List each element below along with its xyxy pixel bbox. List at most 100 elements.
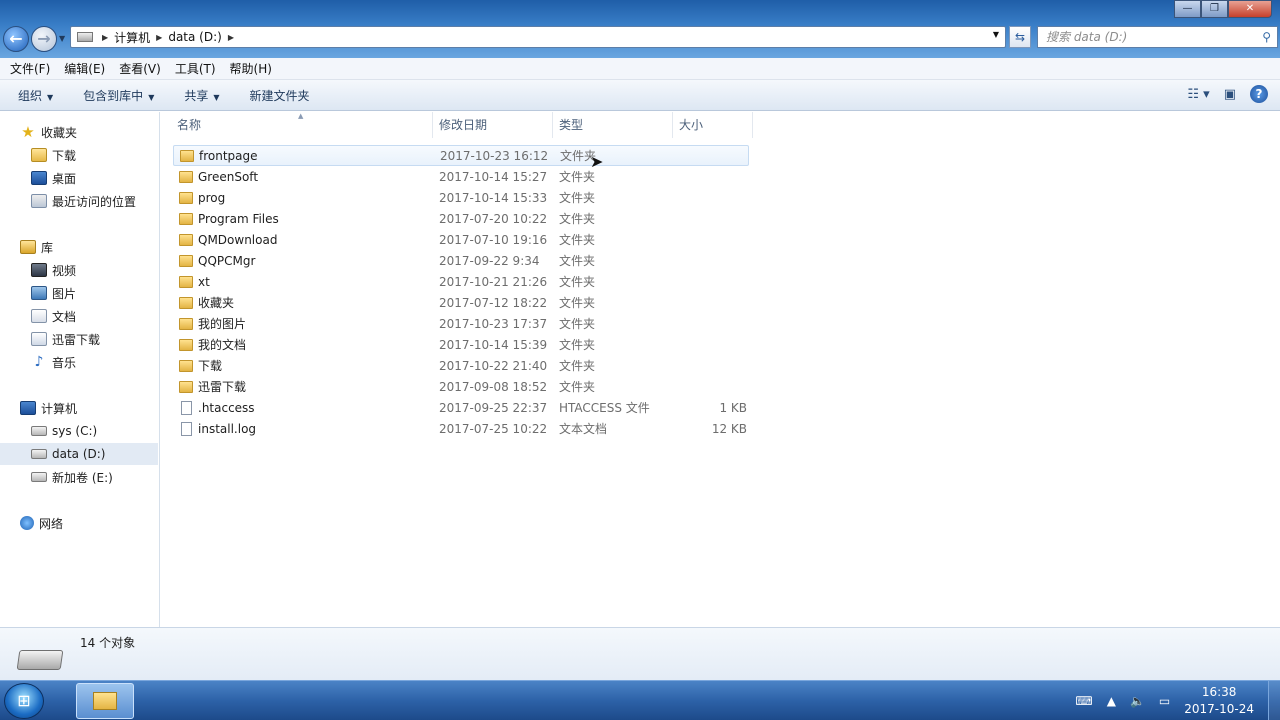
- recent-pages-dropdown[interactable]: ▼: [59, 34, 65, 43]
- file-type: 文件夹: [559, 254, 596, 268]
- nav-label: 桌面: [52, 171, 77, 186]
- file-date: 2017-10-14 15:33: [439, 190, 548, 205]
- nav-drive-e[interactable]: 新加卷 (E:): [0, 466, 158, 488]
- include-library-label: 包含到库中: [83, 88, 144, 103]
- nav-drive-d[interactable]: data (D:): [0, 443, 158, 465]
- title-bar: — ❐ ✕ ← → ▼ ▶ 计算机 ▶ data (D:) ▶ ▼ ⇆ 搜索 d…: [0, 0, 1280, 58]
- breadcrumb-separator[interactable]: ▶: [99, 33, 111, 42]
- download-library-icon: [31, 332, 47, 346]
- breadcrumb-drive-d[interactable]: data (D:): [165, 30, 225, 44]
- menu-edit[interactable]: 编辑(E): [64, 60, 105, 77]
- clock[interactable]: 16:38 2017-10-24: [1184, 684, 1254, 718]
- nav-documents[interactable]: 文档: [0, 305, 158, 327]
- column-header-type[interactable]: 类型: [553, 112, 673, 138]
- minimize-button[interactable]: —: [1174, 0, 1201, 18]
- refresh-button[interactable]: ⇆: [1009, 26, 1031, 48]
- command-bar: 组织 ▼ 包含到库中 ▼ 共享 ▼ 新建文件夹 ☷ ▾ ▣ ?: [0, 80, 1280, 111]
- start-button[interactable]: ⊞: [4, 683, 44, 719]
- nav-music[interactable]: ♪ 音乐: [0, 351, 158, 373]
- volume-muted-icon[interactable]: 🔈: [1130, 694, 1145, 708]
- view-options-icon[interactable]: ☷ ▾: [1187, 87, 1209, 102]
- window-controls: — ❐ ✕: [1174, 0, 1272, 18]
- column-label: 类型: [559, 118, 584, 132]
- include-in-library-button[interactable]: 包含到库中 ▼: [83, 87, 154, 104]
- search-input[interactable]: 搜索 data (D:) ⚲: [1037, 26, 1278, 48]
- file-icon: [181, 400, 192, 415]
- file-name: xt: [198, 274, 210, 289]
- download-folder-icon: [31, 148, 47, 162]
- new-folder-button[interactable]: 新建文件夹: [250, 87, 310, 104]
- mouse-cursor-icon: ➤: [590, 152, 604, 171]
- file-row[interactable]: 收藏夹 2017-07-12 18:22 文件夹: [173, 292, 749, 313]
- file-type: HTACCESS 文件: [559, 401, 650, 415]
- nav-network[interactable]: 网络: [0, 512, 158, 534]
- file-row[interactable]: prog 2017-10-14 15:33 文件夹: [173, 187, 749, 208]
- share-button[interactable]: 共享 ▼: [184, 87, 219, 104]
- star-icon: ★: [21, 123, 35, 141]
- nav-label: 新加卷 (E:): [52, 470, 113, 485]
- tray-expand-icon[interactable]: ▲: [1107, 694, 1116, 708]
- file-row[interactable]: QMDownload 2017-07-10 19:16 文件夹: [173, 229, 749, 250]
- menu-view[interactable]: 查看(V): [119, 60, 161, 77]
- organize-button[interactable]: 组织 ▼: [18, 87, 53, 104]
- breadcrumb-computer[interactable]: 计算机: [111, 29, 153, 46]
- nav-downloads[interactable]: 下载: [0, 144, 158, 166]
- drive-icon: [77, 32, 93, 42]
- column-label: 名称: [177, 118, 202, 132]
- file-type: 文件夹: [559, 275, 596, 289]
- drive-icon: [16, 650, 64, 670]
- file-row[interactable]: frontpage 2017-10-23 16:12 文件夹: [173, 145, 749, 166]
- file-name: 我的文档: [198, 338, 247, 352]
- maximize-button[interactable]: ❐: [1201, 0, 1228, 18]
- close-button[interactable]: ✕: [1228, 0, 1272, 18]
- column-header-date[interactable]: 修改日期: [433, 112, 553, 138]
- menu-tools[interactable]: 工具(T): [175, 60, 216, 77]
- network-status-icon[interactable]: ▭: [1159, 694, 1170, 708]
- breadcrumb-separator[interactable]: ▶: [225, 33, 237, 42]
- address-dropdown-icon[interactable]: ▼: [993, 30, 999, 39]
- nav-pictures[interactable]: 图片: [0, 282, 158, 304]
- nav-label: data (D:): [52, 447, 106, 461]
- preview-pane-icon[interactable]: ▣: [1224, 87, 1236, 102]
- nav-desktop[interactable]: 桌面: [0, 167, 158, 189]
- search-icon[interactable]: ⚲: [1262, 27, 1271, 47]
- clock-time: 16:38: [1201, 685, 1237, 699]
- nav-drive-c[interactable]: sys (C:): [0, 420, 158, 442]
- forward-button[interactable]: →: [31, 26, 57, 52]
- nav-libraries[interactable]: 库: [0, 236, 158, 258]
- column-header-size[interactable]: 大小: [673, 112, 753, 138]
- file-row[interactable]: install.log 2017-07-25 10:22 文本文档 12 KB: [173, 418, 749, 439]
- file-row[interactable]: .htaccess 2017-09-25 22:37 HTACCESS 文件 1 KB: [173, 397, 749, 418]
- file-row[interactable]: 我的图片 2017-10-23 17:37 文件夹: [173, 313, 749, 334]
- library-icon: [20, 240, 36, 254]
- file-row[interactable]: QQPCMgr 2017-09-22 9:34 文件夹: [173, 250, 749, 271]
- show-desktop-button[interactable]: [1268, 681, 1280, 720]
- menu-file[interactable]: 文件(F): [10, 60, 50, 77]
- file-date: 2017-07-20 10:22: [439, 211, 548, 226]
- nav-recent-places[interactable]: 最近访问的位置: [0, 190, 158, 212]
- organize-label: 组织: [18, 88, 43, 103]
- help-icon[interactable]: ?: [1250, 85, 1268, 103]
- file-row[interactable]: GreenSoft 2017-10-14 15:27 文件夹: [173, 166, 749, 187]
- file-type: 文件夹: [559, 212, 596, 226]
- nav-computer[interactable]: 计算机: [0, 397, 158, 419]
- folder-icon: [179, 296, 193, 309]
- address-bar[interactable]: ▶ 计算机 ▶ data (D:) ▶ ▼: [70, 26, 1006, 48]
- file-name: QQPCMgr: [198, 253, 256, 268]
- menu-help[interactable]: 帮助(H): [230, 60, 272, 77]
- nav-videos[interactable]: 视频: [0, 259, 158, 281]
- file-list: 名称 ▲ 修改日期 类型 大小 frontpage 2017-10-23 16:1…: [161, 112, 1280, 627]
- nav-label: 迅雷下载: [52, 332, 101, 347]
- file-size: 1 KB: [719, 400, 747, 415]
- back-button[interactable]: ←: [3, 26, 29, 52]
- taskbar-explorer-button[interactable]: [76, 683, 134, 719]
- file-row[interactable]: Program Files 2017-07-20 10:22 文件夹: [173, 208, 749, 229]
- file-row[interactable]: 我的文档 2017-10-14 15:39 文件夹: [173, 334, 749, 355]
- file-row[interactable]: 迅雷下载 2017-09-08 18:52 文件夹: [173, 376, 749, 397]
- file-row[interactable]: 下载 2017-10-22 21:40 文件夹: [173, 355, 749, 376]
- nav-xunlei-downloads[interactable]: 迅雷下载: [0, 328, 158, 350]
- keyboard-icon[interactable]: ⌨: [1075, 694, 1092, 708]
- file-row[interactable]: xt 2017-10-21 21:26 文件夹: [173, 271, 749, 292]
- breadcrumb-separator[interactable]: ▶: [153, 33, 165, 42]
- nav-favorites[interactable]: ★ 收藏夹: [0, 121, 158, 143]
